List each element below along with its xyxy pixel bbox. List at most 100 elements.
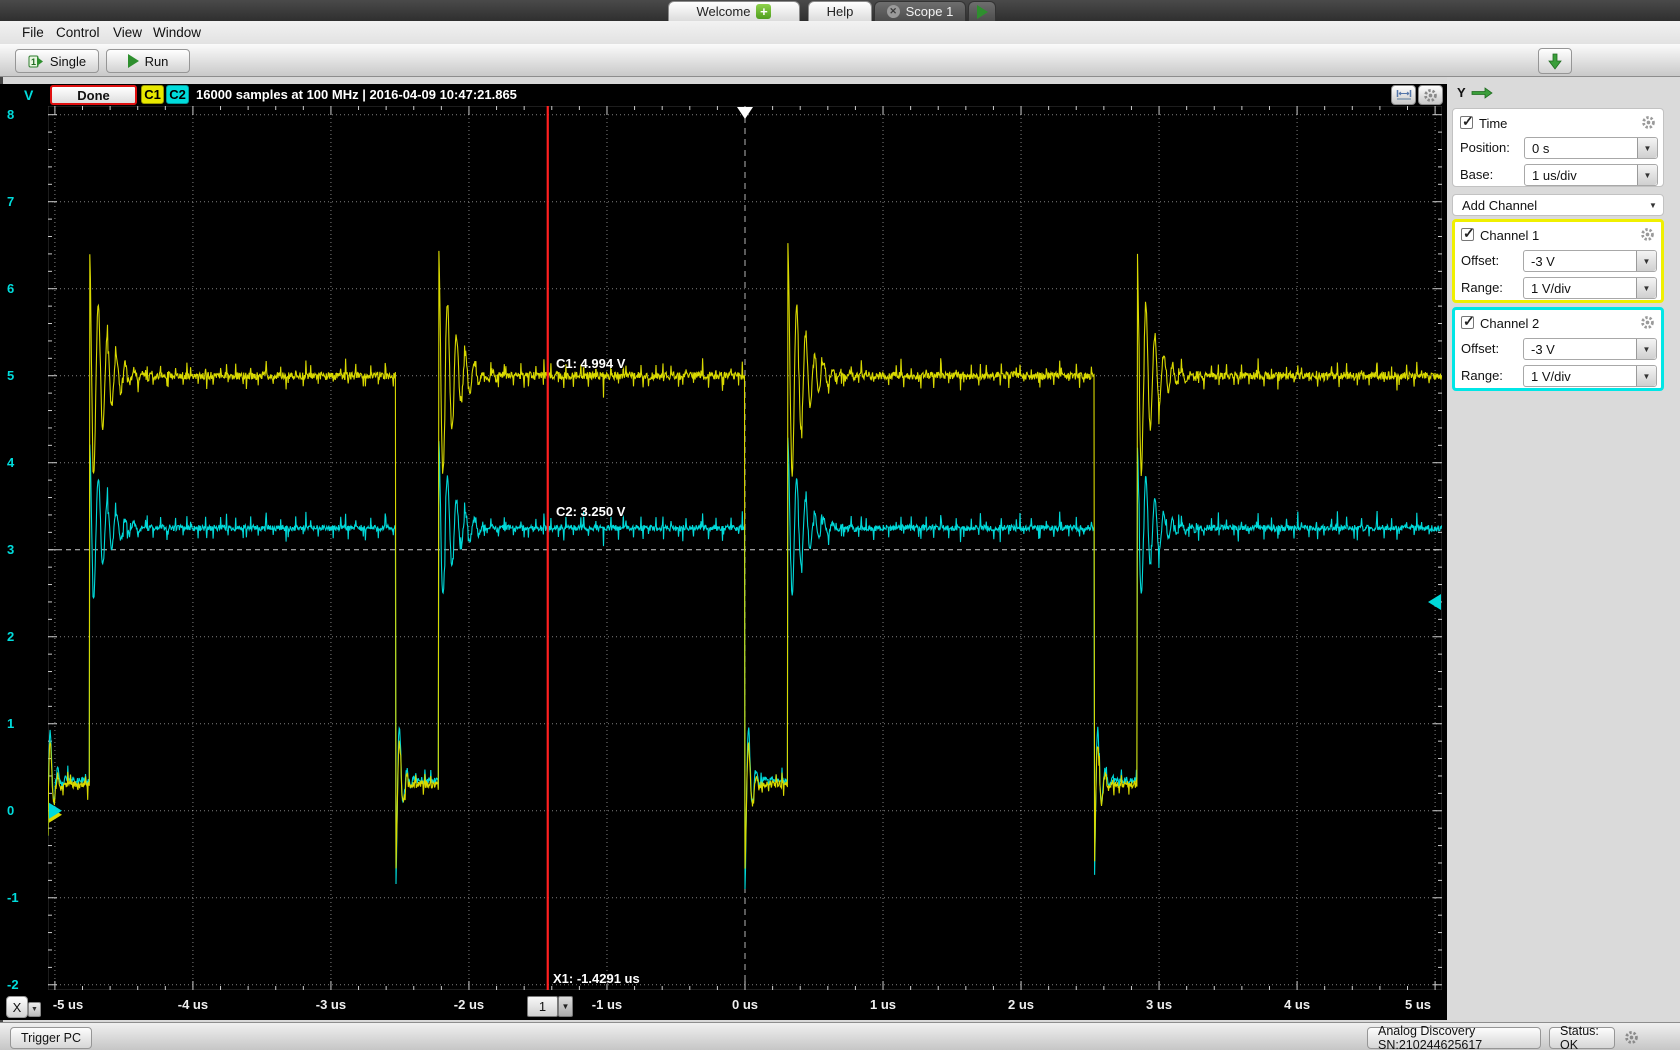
channel1-offset-value: -3 V [1531, 253, 1555, 269]
cursor-index-box[interactable]: 1 [527, 996, 558, 1017]
cursor-spinner-down-icon[interactable]: ▼ [558, 996, 573, 1017]
gear-icon[interactable] [1641, 115, 1656, 130]
scope-toolbar: 1 Single Run Mode: Normal ▲▼ Source: Cha… [0, 44, 1680, 116]
oscilloscope-plot[interactable] [48, 106, 1442, 990]
channel2-group-title: Channel 2 [1480, 316, 1540, 331]
x-axis-tick-label: -2 us [453, 997, 485, 1012]
y-axis-tick-label: 1 [7, 715, 15, 731]
chevron-down-icon[interactable]: ▼ [1636, 278, 1656, 298]
chevron-down-icon: ▼ [1649, 200, 1657, 210]
x-axis-tick-label: 4 us [1284, 997, 1311, 1012]
y-axis-button[interactable]: Y [1457, 85, 1466, 100]
channel2-offset-label: Offset: [1461, 341, 1500, 356]
c2-badge[interactable]: C2 [166, 85, 189, 104]
trigger-source-button[interactable]: Trigger PC [10, 1027, 92, 1049]
download-arrow-icon [1548, 53, 1562, 70]
gear-icon [1424, 88, 1437, 102]
x-axis-tick-label: 5 us [1404, 997, 1432, 1012]
x-axis-tick-label: 3 us [1146, 997, 1173, 1012]
status-bar: Trigger PC Analog Discovery SN:210244625… [0, 1022, 1680, 1050]
chevron-down-icon[interactable]: ▼ [1637, 138, 1657, 158]
x-axis-dropdown-icon[interactable]: ▼ [28, 1002, 41, 1017]
position-label: Position: [1460, 140, 1510, 155]
tab-welcome[interactable]: Welcome + [668, 1, 800, 21]
cursor-index-value: 1 [538, 999, 547, 1014]
channel2-checkbox[interactable]: ✓ [1461, 313, 1475, 329]
x-axis-tick-label: -4 us [177, 997, 209, 1012]
play-icon [976, 4, 988, 19]
gear-icon[interactable] [1624, 1030, 1639, 1045]
time-position-value: 0 s [1532, 140, 1550, 156]
tab-run-button[interactable] [968, 1, 996, 21]
close-tab-icon[interactable]: ✕ [886, 5, 900, 18]
time-group-title: Time [1479, 116, 1508, 131]
tab-scope1[interactable]: ✕ Scope 1 [874, 1, 966, 21]
channel1-range-value: 1 V/div [1531, 280, 1571, 296]
chevron-down-icon[interactable]: ▼ [1636, 339, 1656, 359]
x-axis-tick-label: 1 us [870, 997, 897, 1012]
y-axis-tick-label: 5 [7, 367, 15, 383]
device-info-button[interactable]: Analog Discovery SN:210244625617 [1367, 1024, 1541, 1050]
time-base-select[interactable]: 1 us/div ▼ [1524, 164, 1658, 186]
menu-control[interactable]: Control [56, 25, 100, 40]
device-status-button[interactable]: Status: OK [1549, 1024, 1615, 1050]
time-base-value: 1 us/div [1532, 167, 1577, 183]
single-button[interactable]: 1 Single [15, 49, 99, 73]
time-checkbox[interactable]: ✓ [1460, 113, 1474, 129]
channel1-checkbox[interactable]: ✓ [1461, 225, 1475, 241]
menu-window[interactable]: Window [153, 25, 201, 40]
chevron-down-icon[interactable]: ▼ [1637, 165, 1657, 185]
gear-icon[interactable] [1640, 227, 1655, 242]
channel1-group-title: Channel 1 [1480, 228, 1540, 243]
y-axis-tick-label: 8 [7, 106, 15, 122]
c1-badge-label: C1 [144, 87, 161, 102]
y-axis-tick-label: 3 [7, 541, 15, 557]
y-axis-tick-label: -2 [7, 976, 19, 992]
run-icon [127, 54, 139, 68]
menu-file[interactable]: File [22, 25, 44, 40]
channel1-offset-label: Offset: [1461, 253, 1500, 268]
device-status-label: Status: OK [1560, 1024, 1599, 1050]
channel1-range-select[interactable]: 1 V/div ▼ [1523, 277, 1657, 299]
scope-display-area: V Done C1 C2 16000 samples at 100 MHz | … [0, 84, 1447, 1020]
export-download-button[interactable] [1538, 48, 1572, 74]
menu-view[interactable]: View [113, 25, 142, 40]
channel2-group: ✓ Channel 2 Offset: -3 V ▼ Range: 1 V/di… [1452, 307, 1664, 391]
channel2-offset-value: -3 V [1531, 341, 1555, 357]
channel2-offset-select[interactable]: -3 V ▼ [1523, 338, 1657, 360]
single-icon: 1 [28, 55, 43, 67]
channel2-range-label: Range: [1461, 368, 1503, 383]
c2-badge-label: C2 [169, 87, 186, 102]
tab-help-label: Help [826, 4, 854, 19]
single-button-label: Single [49, 53, 87, 69]
c1-cursor-value-label: C1: 4.994 V [556, 356, 626, 371]
chevron-down-icon[interactable]: ▼ [1636, 251, 1656, 271]
measure-tool-button[interactable] [1391, 85, 1416, 105]
run-button-label: Run [144, 53, 169, 69]
channel2-range-select[interactable]: 1 V/div ▼ [1523, 365, 1657, 387]
time-position-select[interactable]: 0 s ▼ [1524, 137, 1658, 159]
run-button[interactable]: Run [106, 49, 190, 73]
done-label: Done [77, 87, 110, 103]
x-axis-button-label: X [12, 999, 22, 1015]
c1-badge[interactable]: C1 [141, 85, 164, 104]
y-axis-tick-label: 2 [7, 628, 15, 644]
chevron-down-icon[interactable]: ▼ [1636, 366, 1656, 386]
tab-scope1-label: Scope 1 [905, 4, 954, 19]
c2-cursor-value-label: C2: 3.250 V [556, 504, 626, 519]
x-axis-button[interactable]: X [6, 996, 28, 1018]
gear-icon[interactable] [1640, 315, 1655, 330]
add-channel-select[interactable]: Add Channel ▼ [1452, 194, 1664, 216]
right-control-panel: Y ✓ Time Position: 0 s ▼ Base: 1 us/div … [1447, 77, 1680, 1022]
ruler-arrows-icon [1396, 90, 1411, 100]
base-label: Base: [1460, 167, 1494, 182]
x1-cursor-value-label: X1: -1.4291 us [553, 971, 640, 986]
plot-settings-button[interactable] [1418, 85, 1443, 105]
channel1-offset-select[interactable]: -3 V ▼ [1523, 250, 1657, 272]
green-right-arrow-icon[interactable] [1471, 87, 1493, 99]
add-instrument-icon[interactable]: + [756, 4, 772, 19]
acquisition-done-button[interactable]: Done [50, 85, 137, 105]
channel1-range-label: Range: [1461, 280, 1503, 295]
x-axis-tick-label: -1 us [591, 997, 623, 1012]
tab-help[interactable]: Help [808, 1, 872, 21]
